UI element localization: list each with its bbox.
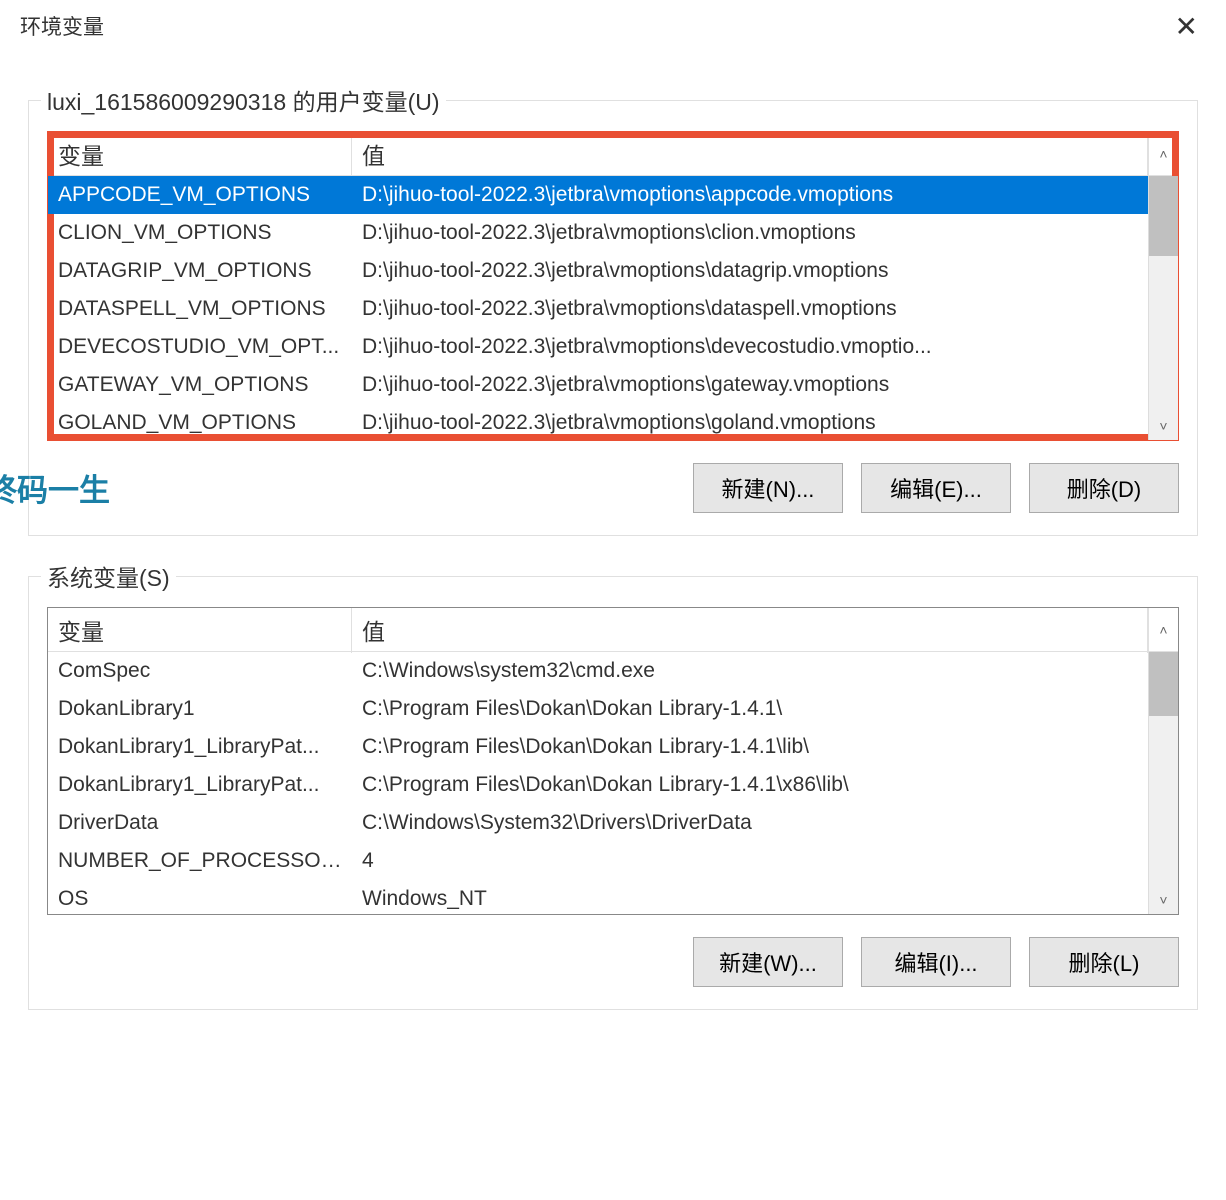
cell-variable: DokanLibrary1_LibraryPat... (48, 769, 352, 801)
cell-value: D:\jihuo-tool-2022.3\jetbra\vmoptions\ga… (352, 369, 1178, 401)
cell-variable: APPCODE_VM_OPTIONS (48, 179, 352, 211)
cell-value: D:\jihuo-tool-2022.3\jetbra\vmoptions\da… (352, 255, 1178, 287)
system-vars-body: ComSpecC:\Windows\system32\cmd.exeDokanL… (48, 652, 1178, 914)
dialog-title: 环境变量 (20, 11, 104, 41)
col-header-value[interactable]: 值 (352, 131, 1148, 177)
scroll-down-icon[interactable]: ˅ (1149, 412, 1178, 440)
scroll-up-icon[interactable]: ˄ (1148, 608, 1178, 651)
cell-value: C:\Program Files\Dokan\Dokan Library-1.4… (352, 693, 1178, 725)
new-button[interactable]: 新建(W)... (693, 937, 843, 987)
cell-variable: DATASPELL_VM_OPTIONS (48, 293, 352, 325)
user-vars-legend: luxi_161586009290318 的用户变量(U) (41, 83, 446, 117)
table-row[interactable]: DokanLibrary1_LibraryPat...C:\Program Fi… (48, 728, 1178, 766)
col-header-variable[interactable]: 变量 (48, 607, 352, 653)
cell-value: 4 (352, 845, 1178, 877)
col-header-variable[interactable]: 变量 (48, 131, 352, 177)
cell-value: D:\jihuo-tool-2022.3\jetbra\vmoptions\ap… (352, 179, 1178, 211)
cell-variable: GOLAND_VM_OPTIONS (48, 407, 352, 439)
new-button[interactable]: 新建(N)... (693, 463, 843, 513)
table-row[interactable]: DokanLibrary1_LibraryPat...C:\Program Fi… (48, 766, 1178, 804)
table-row[interactable]: DATAGRIP_VM_OPTIONSD:\jihuo-tool-2022.3\… (48, 252, 1178, 290)
scroll-down-icon[interactable]: ˅ (1149, 886, 1178, 914)
cell-value: C:\Program Files\Dokan\Dokan Library-1.4… (352, 769, 1178, 801)
delete-button[interactable]: 删除(D) (1029, 463, 1179, 513)
cell-variable: DriverData (48, 807, 352, 839)
cell-variable: DokanLibrary1_LibraryPat... (48, 731, 352, 763)
cell-value: C:\Windows\system32\cmd.exe (352, 655, 1178, 687)
table-row[interactable]: DriverDataC:\Windows\System32\Drivers\Dr… (48, 804, 1178, 842)
system-vars-buttons: 新建(W)... 编辑(I)... 删除(L) (47, 937, 1179, 987)
cell-variable: DokanLibrary1 (48, 693, 352, 725)
cell-variable: DEVECOSTUDIO_VM_OPT... (48, 331, 352, 363)
cell-value: D:\jihuo-tool-2022.3\jetbra\vmoptions\da… (352, 293, 1178, 325)
cell-value: D:\jihuo-tool-2022.3\jetbra\vmoptions\de… (352, 331, 1178, 363)
table-row[interactable]: NUMBER_OF_PROCESSORS4 (48, 842, 1178, 880)
cell-value: C:\Program Files\Dokan\Dokan Library-1.4… (352, 731, 1178, 763)
cell-variable: GATEWAY_VM_OPTIONS (48, 369, 352, 401)
table-row[interactable]: DEVECOSTUDIO_VM_OPT...D:\jihuo-tool-2022… (48, 328, 1178, 366)
system-vars-fieldset: 系统变量(S) 变量 值 ˄ ComSpecC:\Windows\system3… (28, 576, 1198, 1010)
system-vars-table[interactable]: 变量 值 ˄ ComSpecC:\Windows\system32\cmd.ex… (47, 607, 1179, 915)
table-row[interactable]: OSWindows_NT (48, 880, 1178, 915)
cell-value: C:\Windows\System32\Drivers\DriverData (352, 807, 1178, 839)
delete-button[interactable]: 删除(L) (1029, 937, 1179, 987)
scrollbar[interactable]: ˅ (1148, 176, 1178, 440)
close-icon[interactable]: ✕ (1167, 10, 1206, 43)
table-row[interactable]: GOLAND_VM_OPTIONSD:\jihuo-tool-2022.3\je… (48, 404, 1178, 441)
table-row[interactable]: DATASPELL_VM_OPTIONSD:\jihuo-tool-2022.3… (48, 290, 1178, 328)
cell-value: D:\jihuo-tool-2022.3\jetbra\vmoptions\cl… (352, 217, 1178, 249)
cell-variable: CLION_VM_OPTIONS (48, 217, 352, 249)
table-row[interactable]: GATEWAY_VM_OPTIONSD:\jihuo-tool-2022.3\j… (48, 366, 1178, 404)
user-vars-buttons: 公众号：终码一生 新建(N)... 编辑(E)... 删除(D) (47, 463, 1179, 513)
scroll-thumb[interactable] (1149, 176, 1178, 256)
table-header: 变量 值 ˄ (48, 132, 1178, 176)
cell-variable: ComSpec (48, 655, 352, 687)
table-row[interactable]: APPCODE_VM_OPTIONSD:\jihuo-tool-2022.3\j… (48, 176, 1178, 214)
cell-value: Windows_NT (352, 883, 1178, 915)
cell-value: D:\jihuo-tool-2022.3\jetbra\vmoptions\go… (352, 407, 1178, 439)
cell-variable: OS (48, 883, 352, 915)
scroll-thumb[interactable] (1149, 652, 1178, 716)
user-vars-body: APPCODE_VM_OPTIONSD:\jihuo-tool-2022.3\j… (48, 176, 1178, 440)
edit-button[interactable]: 编辑(E)... (861, 463, 1011, 513)
cell-variable: NUMBER_OF_PROCESSORS (48, 845, 352, 877)
cell-variable: DATAGRIP_VM_OPTIONS (48, 255, 352, 287)
scrollbar[interactable]: ˅ (1148, 652, 1178, 914)
table-header: 变量 值 ˄ (48, 608, 1178, 652)
watermark-text: 公众号：终码一生 (0, 465, 110, 510)
edit-button[interactable]: 编辑(I)... (861, 937, 1011, 987)
user-vars-fieldset: luxi_161586009290318 的用户变量(U) 变量 值 ˄ APP… (28, 100, 1198, 536)
col-header-value[interactable]: 值 (352, 607, 1148, 653)
table-row[interactable]: CLION_VM_OPTIONSD:\jihuo-tool-2022.3\jet… (48, 214, 1178, 252)
table-row[interactable]: DokanLibrary1C:\Program Files\Dokan\Doka… (48, 690, 1178, 728)
table-row[interactable]: ComSpecC:\Windows\system32\cmd.exe (48, 652, 1178, 690)
system-vars-legend: 系统变量(S) (41, 559, 176, 593)
user-vars-table[interactable]: 变量 值 ˄ APPCODE_VM_OPTIONSD:\jihuo-tool-2… (47, 131, 1179, 441)
titlebar: 环境变量 ✕ (0, 0, 1226, 52)
scroll-up-icon[interactable]: ˄ (1148, 132, 1178, 175)
